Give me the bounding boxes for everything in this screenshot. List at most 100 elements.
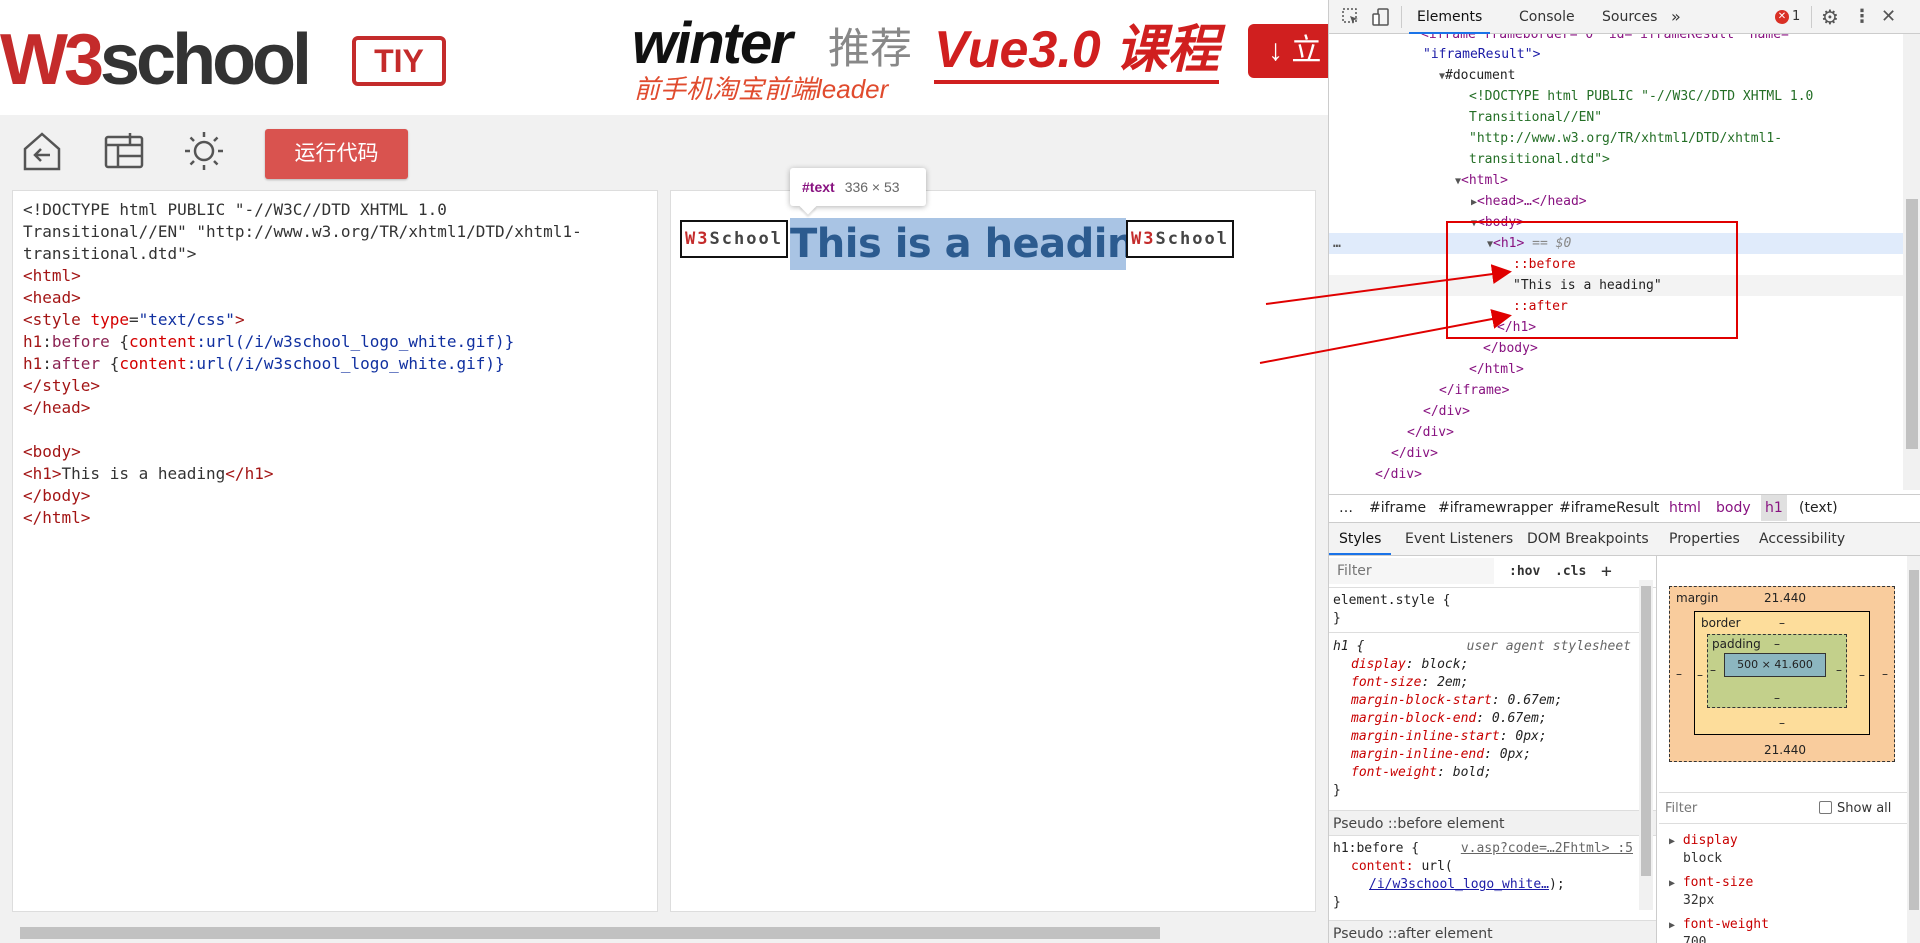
before-rule[interactable]: h1:before {v.asp?code=…2Fhtml> :5 conten…	[1333, 840, 1653, 912]
result-iframe[interactable]	[670, 190, 1316, 912]
styles-filter-input[interactable]	[1329, 558, 1494, 584]
dom-node[interactable]: </div>	[1329, 422, 1903, 443]
styles-scrollbar[interactable]	[1639, 580, 1653, 910]
tab-sources[interactable]: Sources	[1602, 0, 1657, 34]
rule-divider	[1329, 632, 1639, 633]
ad-recommend: 推荐	[828, 25, 913, 72]
kebab-menu-icon[interactable]: ⋮	[1853, 0, 1871, 34]
add-rule-icon[interactable]: +	[1601, 556, 1612, 588]
ad-banner[interactable]: winter 推荐 前手机淘宝前端leader Vue3.0 课程 ↓ 立	[588, 0, 1328, 115]
tiy-toolbar: 运行代码	[0, 115, 1328, 187]
breadcrumb-item[interactable]: html	[1669, 495, 1701, 521]
before-logo-image: W3School	[680, 220, 788, 258]
tab-event-listeners[interactable]: Event Listeners	[1405, 523, 1513, 555]
sun-icon[interactable]	[182, 129, 226, 173]
box-model-padding[interactable]: padding – – – – 500 × 41.600	[1707, 634, 1847, 708]
source-link[interactable]: v.asp?code=…2Fhtml> :5	[1461, 840, 1633, 858]
run-code-button[interactable]: 运行代码	[265, 129, 408, 179]
more-tabs-icon[interactable]: »	[1671, 0, 1681, 34]
scrollbar-thumb[interactable]	[1906, 199, 1918, 449]
dom-node[interactable]: </html>	[1329, 359, 1903, 380]
inspect-element-icon[interactable]	[1341, 7, 1361, 27]
dom-node[interactable]: </div>	[1329, 443, 1903, 464]
breadcrumb-item[interactable]: #iframewrapper	[1438, 495, 1553, 521]
breadcrumb-item[interactable]: body	[1716, 495, 1751, 521]
dom-node[interactable]: </h1>	[1329, 317, 1903, 338]
hov-toggle[interactable]: :hov	[1509, 556, 1540, 588]
breadcrumb-item[interactable]: #iframe	[1369, 495, 1426, 521]
dom-node[interactable]: ▼<body>	[1329, 212, 1903, 233]
layout-icon[interactable]	[102, 129, 146, 173]
show-all-checkbox[interactable]	[1819, 801, 1832, 814]
dom-node[interactable]: "This is a heading"	[1329, 275, 1903, 296]
box-model-margin[interactable]: margin 21.440 21.440 – – border – – – – …	[1669, 586, 1895, 762]
tab-accessibility[interactable]: Accessibility	[1759, 523, 1845, 555]
css-prop[interactable]: font-size: 2em;	[1333, 674, 1653, 692]
tab-dom-breakpoints[interactable]: DOM Breakpoints	[1527, 523, 1649, 555]
dom-node[interactable]: ▶<head>…</head>	[1329, 191, 1903, 212]
dom-node[interactable]: <!DOCTYPE html PUBLIC "-//W3C//DTD XHTML…	[1329, 86, 1903, 107]
dom-node[interactable]: transitional.dtd">	[1329, 149, 1903, 170]
code-line: </body>	[23, 486, 91, 505]
home-back-icon[interactable]	[20, 129, 64, 173]
dom-node[interactable]: "iframeResult">	[1329, 44, 1903, 65]
tab-properties[interactable]: Properties	[1669, 523, 1740, 555]
dom-node[interactable]: "http://www.w3.org/TR/xhtml1/DTD/xhtml1-	[1329, 128, 1903, 149]
css-prop[interactable]: margin-inline-end: 0px;	[1333, 746, 1653, 764]
css-prop[interactable]: margin-block-start: 0.67em;	[1333, 692, 1653, 710]
dom-node[interactable]: ::after	[1329, 296, 1903, 317]
dom-node-selected[interactable]: … ▼<h1> == $0	[1329, 233, 1903, 254]
error-icon[interactable]: ✕	[1775, 10, 1789, 24]
element-style-rule[interactable]: element.style { }	[1333, 592, 1653, 628]
box-model-border[interactable]: border – – – – padding – – – – 500 × 41.…	[1694, 611, 1870, 735]
h1-ua-rule[interactable]: h1 {user agent stylesheet display: block…	[1333, 638, 1653, 800]
box-model-content[interactable]: 500 × 41.600	[1724, 653, 1826, 677]
scrollbar-thumb[interactable]	[1909, 570, 1919, 910]
computed-prop[interactable]: ▶ font-weight 700	[1669, 916, 1769, 943]
computed-filter-input[interactable]	[1665, 797, 1805, 819]
breadcrumb-item[interactable]: #iframeResult	[1559, 495, 1659, 521]
css-prop[interactable]: margin-inline-start: 0px;	[1333, 728, 1653, 746]
close-icon[interactable]: ✕	[1881, 0, 1896, 34]
styles-filter-bar: :hov .cls +	[1329, 556, 1656, 588]
dom-node[interactable]: ::before	[1329, 254, 1903, 275]
dom-node[interactable]: Transitional//EN"	[1329, 107, 1903, 128]
breadcrumb-ellipsis[interactable]: …	[1339, 495, 1353, 521]
horizontal-scrollbar[interactable]	[0, 923, 1328, 943]
devtools-tabbar: Elements Console Sources » ✕ 1 ⚙ ⋮ ✕	[1329, 0, 1920, 34]
dom-node[interactable]: </iframe>	[1329, 380, 1903, 401]
scrollbar-thumb[interactable]	[20, 927, 1160, 939]
dom-node[interactable]: </div>	[1329, 401, 1903, 422]
dom-node[interactable]: </div>	[1329, 464, 1903, 485]
box-model-pane: margin 21.440 21.440 – – border – – – – …	[1659, 556, 1920, 943]
css-prop[interactable]: font-weight: bold;	[1333, 764, 1653, 782]
dom-node[interactable]: ▼#document	[1329, 65, 1903, 86]
device-toggle-icon[interactable]	[1371, 7, 1391, 27]
tab-styles[interactable]: Styles	[1329, 523, 1392, 555]
breadcrumb-item[interactable]: (text)	[1799, 495, 1838, 521]
logo-school: school	[100, 20, 312, 100]
breadcrumb: … #iframe #iframewrapper #iframeResult h…	[1329, 494, 1920, 521]
computed-scrollbar[interactable]	[1907, 556, 1920, 943]
scrollbar-thumb[interactable]	[1641, 586, 1651, 876]
code-editor[interactable]: <!DOCTYPE html PUBLIC "-//W3C//DTD XHTML…	[12, 190, 658, 912]
cls-toggle[interactable]: .cls	[1555, 556, 1586, 588]
computed-prop[interactable]: ▶ display block	[1669, 832, 1738, 867]
dom-node[interactable]: ▼<html>	[1329, 170, 1903, 191]
code-line: transitional.dtd">	[23, 244, 197, 263]
code-line: </head>	[23, 398, 91, 417]
computed-prop[interactable]: ▶ font-size 32px	[1669, 874, 1753, 909]
gear-icon[interactable]: ⚙	[1821, 0, 1839, 34]
tab-elements[interactable]: Elements	[1409, 0, 1491, 34]
tab-console[interactable]: Console	[1519, 0, 1575, 34]
dom-scrollbar[interactable]	[1903, 34, 1920, 490]
ad-button[interactable]: ↓ 立	[1248, 24, 1328, 78]
image-url-link[interactable]: /i/w3school_logo_white…	[1369, 877, 1549, 892]
css-prop[interactable]: margin-block-end: 0.67em;	[1333, 710, 1653, 728]
css-prop[interactable]: display: block;	[1333, 656, 1653, 674]
breadcrumb-item-active[interactable]: h1	[1761, 495, 1787, 521]
ellipsis-icon[interactable]: …	[1333, 233, 1341, 254]
w3school-logo[interactable]: W3school	[0, 20, 330, 100]
dom-node[interactable]: </body>	[1329, 338, 1903, 359]
